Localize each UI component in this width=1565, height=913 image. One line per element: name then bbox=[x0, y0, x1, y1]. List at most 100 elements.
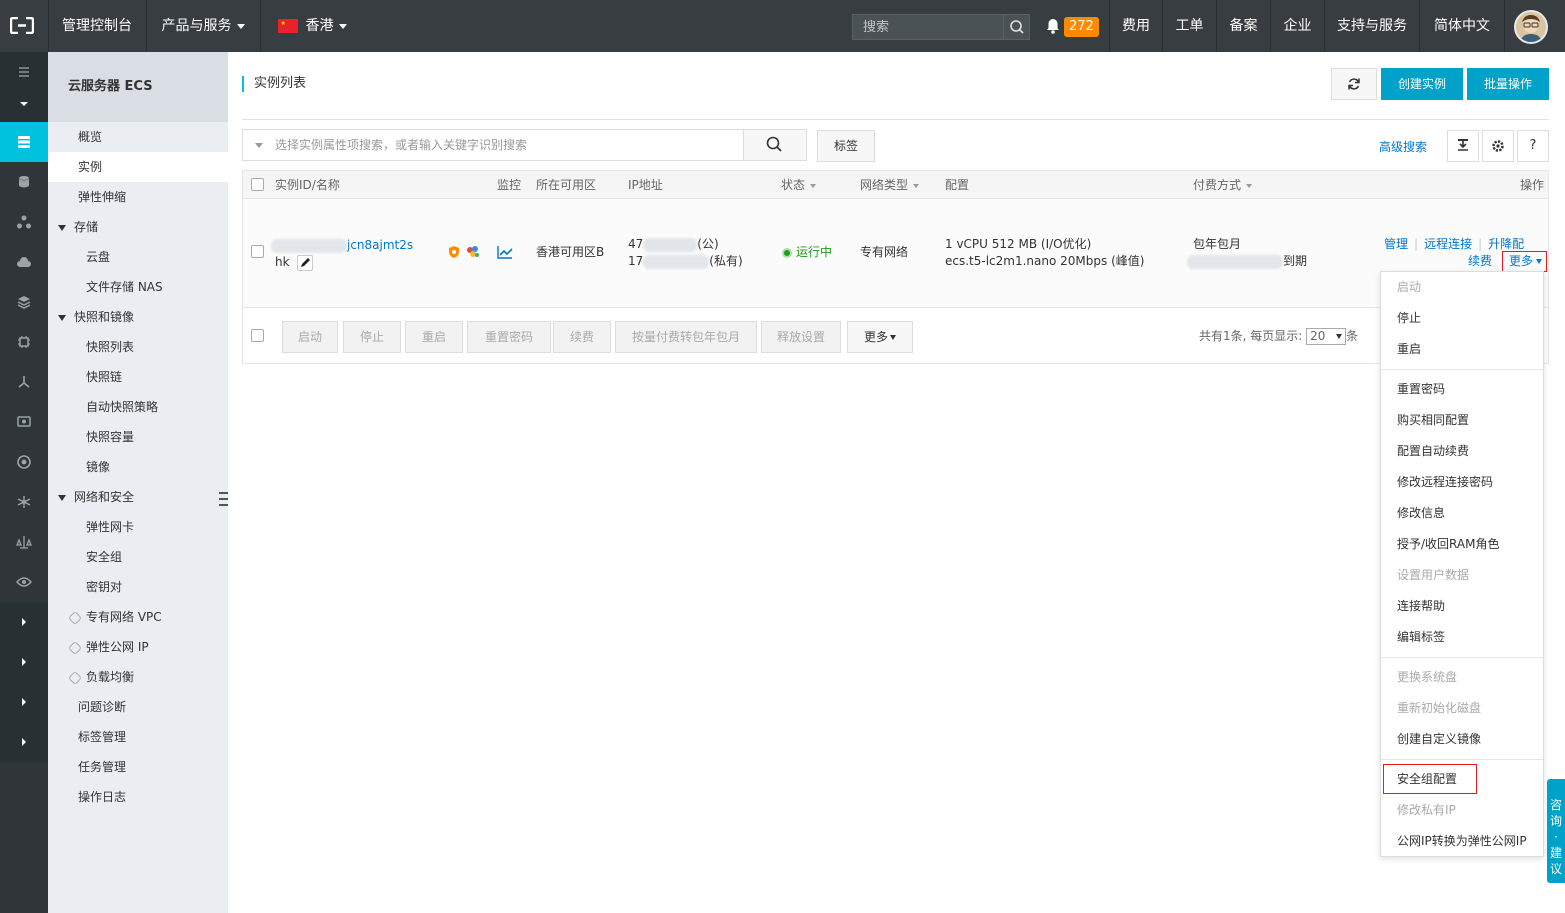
batch-operation-button[interactable]: 批量操作 bbox=[1467, 68, 1549, 100]
tag-filter-button[interactable]: 标签 bbox=[817, 130, 875, 162]
nav-language[interactable]: 简体中文 bbox=[1420, 0, 1504, 52]
ecs-server-icon[interactable] bbox=[0, 122, 48, 162]
sidebar-item-disks[interactable]: 云盘 bbox=[48, 242, 228, 272]
aliyun-logo-icon[interactable] bbox=[9, 16, 35, 35]
menu-item-change-vnc-password[interactable]: 修改远程连接密码 bbox=[1381, 467, 1543, 498]
menu-item-convert-to-eip[interactable]: 公网IP转换为弹性公网IP bbox=[1381, 826, 1543, 857]
sidebar-item-tasks[interactable]: 任务管理 bbox=[48, 752, 228, 782]
footer-select-all-checkbox[interactable] bbox=[251, 329, 264, 342]
create-instance-button[interactable]: 创建实例 bbox=[1381, 68, 1463, 100]
colored-tags-icon[interactable] bbox=[465, 245, 481, 264]
col-billing[interactable]: 付费方式 bbox=[1193, 171, 1253, 199]
expand-caret-icon[interactable] bbox=[0, 682, 48, 722]
monitor-chart-icon[interactable] bbox=[497, 245, 513, 264]
sidebar-group-network[interactable]: 网络和安全 bbox=[48, 482, 228, 512]
monitor-icon[interactable] bbox=[0, 402, 48, 442]
nav-icp[interactable]: 备案 bbox=[1217, 0, 1270, 52]
sidebar-item-auto-snapshot[interactable]: 自动快照策略 bbox=[48, 392, 228, 422]
menu-item-replace-system-disk[interactable]: 更换系统盘 bbox=[1381, 662, 1543, 693]
database-icon[interactable] bbox=[0, 162, 48, 202]
nav-tickets[interactable]: 工单 bbox=[1163, 0, 1216, 52]
console-link[interactable]: 管理控制台 bbox=[48, 0, 146, 52]
menu-item-edit-tags[interactable]: 编辑标签 bbox=[1381, 622, 1543, 653]
network-nodes-icon[interactable] bbox=[0, 202, 48, 242]
cloud-eye-icon[interactable] bbox=[0, 562, 48, 602]
menu-item-stop[interactable]: 停止 bbox=[1381, 303, 1543, 334]
menu-item-reset-password[interactable]: 重置密码 bbox=[1381, 374, 1543, 405]
advanced-search-link[interactable]: 高级搜索 bbox=[1379, 138, 1427, 155]
sidebar-item-overview[interactable]: 概览 bbox=[48, 122, 228, 152]
sidebar-item-oplog[interactable]: 操作日志 bbox=[48, 782, 228, 812]
collapse-caret-icon[interactable] bbox=[0, 84, 48, 124]
global-search-input[interactable] bbox=[853, 15, 1003, 39]
col-network[interactable]: 网络类型 bbox=[860, 171, 920, 199]
renew-link[interactable]: 续费 bbox=[1468, 253, 1492, 270]
start-button[interactable]: 启动 bbox=[282, 321, 338, 353]
sidebar-group-storage[interactable]: 存储 bbox=[48, 212, 228, 242]
sidebar-item-diagnosis[interactable]: 问题诊断 bbox=[48, 692, 228, 722]
gear-icon[interactable] bbox=[1482, 130, 1514, 162]
menu-item-buy-same[interactable]: 购买相同配置 bbox=[1381, 405, 1543, 436]
sidebar-item-snapshot-chain[interactable]: 快照链 bbox=[48, 362, 228, 392]
tri-arrow-icon[interactable] bbox=[0, 362, 48, 402]
sidebar-item-slb[interactable]: 负载均衡 bbox=[48, 662, 228, 692]
more-actions-link[interactable]: 更多 bbox=[1509, 253, 1543, 270]
menu-item-auto-renew[interactable]: 配置自动续费 bbox=[1381, 436, 1543, 467]
layers-icon[interactable] bbox=[0, 282, 48, 322]
menu-item-user-data[interactable]: 设置用户数据 bbox=[1381, 560, 1543, 591]
sidebar-item-images[interactable]: 镜像 bbox=[48, 452, 228, 482]
sidebar-item-instances[interactable]: 实例 bbox=[48, 152, 228, 182]
bell-icon[interactable] bbox=[1046, 18, 1060, 34]
stop-button[interactable]: 停止 bbox=[343, 321, 401, 353]
search-button[interactable] bbox=[743, 129, 807, 161]
release-settings-button[interactable]: 释放设置 bbox=[761, 321, 841, 353]
menu-item-restart[interactable]: 重启 bbox=[1381, 334, 1543, 365]
sidebar-item-keypairs[interactable]: 密钥对 bbox=[48, 572, 228, 602]
expand-caret-icon[interactable] bbox=[0, 642, 48, 682]
resize-link[interactable]: 升降配 bbox=[1488, 237, 1524, 251]
reset-password-button[interactable]: 重置密码 bbox=[467, 321, 551, 353]
row-checkbox[interactable] bbox=[251, 245, 264, 258]
sidebar-item-eni[interactable]: 弹性网卡 bbox=[48, 512, 228, 542]
edit-pencil-icon[interactable] bbox=[297, 254, 314, 271]
menu-item-reinit-disk[interactable]: 重新初始化磁盘 bbox=[1381, 693, 1543, 724]
user-avatar[interactable] bbox=[1514, 10, 1548, 44]
cloud-icon[interactable] bbox=[0, 242, 48, 282]
expand-caret-icon[interactable] bbox=[0, 602, 48, 642]
sidebar-item-snapshot-list[interactable]: 快照列表 bbox=[48, 332, 228, 362]
instance-id[interactable]: jcn8ajmt2s bbox=[271, 237, 413, 254]
nav-billing[interactable]: 费用 bbox=[1110, 0, 1162, 52]
select-all-checkbox[interactable] bbox=[251, 178, 264, 191]
sidebar-item-autoscaling[interactable]: 弹性伸缩 bbox=[48, 182, 228, 212]
notification-badge[interactable]: 272 bbox=[1064, 17, 1099, 37]
sidebar-item-security-groups[interactable]: 安全组 bbox=[48, 542, 228, 572]
nav-support[interactable]: 支持与服务 bbox=[1325, 0, 1419, 52]
eye-ring-icon[interactable] bbox=[0, 442, 48, 482]
shield-icon[interactable] bbox=[447, 245, 461, 264]
sidebar-item-nas[interactable]: 文件存储 NAS bbox=[48, 272, 228, 302]
convert-billing-button[interactable]: 按量付费转包年包月 bbox=[615, 321, 757, 353]
remote-connect-link[interactable]: 远程连接 bbox=[1424, 237, 1472, 251]
nav-enterprise[interactable]: 企业 bbox=[1271, 0, 1324, 52]
help-button[interactable]: ? bbox=[1517, 130, 1549, 162]
footer-more-button[interactable]: 更多 bbox=[847, 321, 913, 353]
menu-item-connect-help[interactable]: 连接帮助 bbox=[1381, 591, 1543, 622]
sidebar-item-tags[interactable]: 标签管理 bbox=[48, 722, 228, 752]
expand-caret-icon[interactable] bbox=[0, 722, 48, 762]
products-menu[interactable]: 产品与服务 bbox=[146, 0, 260, 52]
refresh-button[interactable] bbox=[1331, 68, 1377, 100]
chip-icon[interactable] bbox=[0, 322, 48, 362]
renew-button[interactable]: 续费 bbox=[553, 321, 611, 353]
page-size-select[interactable]: 20 bbox=[1306, 328, 1347, 345]
search-icon[interactable] bbox=[1003, 15, 1029, 39]
menu-item-modify-private-ip[interactable]: 修改私有IP bbox=[1381, 795, 1543, 826]
menu-item-modify-info[interactable]: 修改信息 bbox=[1381, 498, 1543, 529]
menu-item-ram-role[interactable]: 授予/收回RAM角色 bbox=[1381, 529, 1543, 560]
balance-icon[interactable] bbox=[0, 522, 48, 562]
restart-button[interactable]: 重启 bbox=[405, 321, 463, 353]
sidebar-item-eip[interactable]: 弹性公网 IP bbox=[48, 632, 228, 662]
chevron-down-icon[interactable] bbox=[255, 143, 263, 148]
molecule-icon[interactable] bbox=[0, 482, 48, 522]
export-icon[interactable] bbox=[1447, 130, 1479, 162]
sidebar-item-snapshot-capacity[interactable]: 快照容量 bbox=[48, 422, 228, 452]
